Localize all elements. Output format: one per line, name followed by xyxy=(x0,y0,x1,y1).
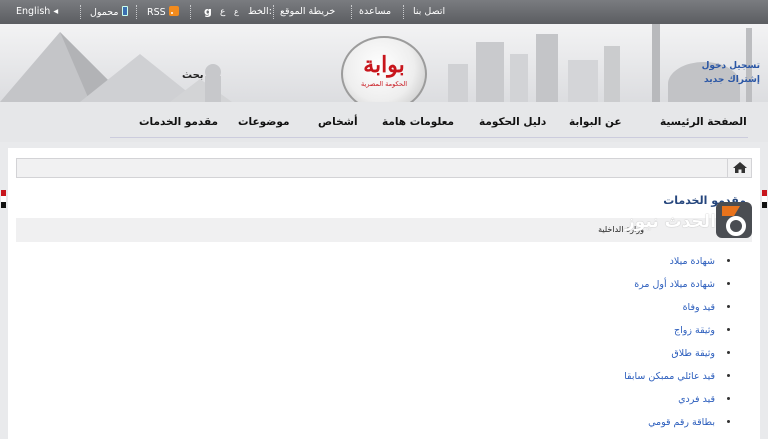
bullet xyxy=(727,420,730,423)
nav-service-providers[interactable]: مقدمو الخدمات xyxy=(139,116,218,128)
portal-logo[interactable]: بوابة الحكومة المصرية xyxy=(341,36,427,102)
search-label[interactable]: بحث xyxy=(182,70,204,81)
news-watermark-logo xyxy=(716,202,752,238)
register-link[interactable]: إشتراك جديد xyxy=(704,75,760,85)
list-item[interactable]: قيد فردي xyxy=(624,394,730,417)
service-link[interactable]: قيد فردي xyxy=(678,394,715,405)
font-size-label: الخط: xyxy=(248,6,272,17)
top-utility-bar: English ◂ محمول RSS g ع ع الخط: خريطة ال… xyxy=(0,0,768,24)
nav-government-guide[interactable]: دليل الحكومة xyxy=(479,116,546,128)
bullet xyxy=(727,374,730,377)
separator xyxy=(273,5,274,19)
bullet xyxy=(727,259,730,262)
service-link[interactable]: وثيقة زواج xyxy=(674,325,715,336)
pyramids-illustration xyxy=(0,32,232,102)
mobile-phone-icon xyxy=(121,6,128,16)
bullet xyxy=(727,397,730,400)
list-item[interactable]: قيد وفاة xyxy=(624,302,730,325)
rss-link[interactable]: RSS xyxy=(147,6,179,19)
list-item[interactable]: قيد عائلي ممبكن سابقا xyxy=(624,371,730,394)
bullet xyxy=(727,328,730,331)
separator xyxy=(80,5,81,19)
service-link[interactable]: وثيقة طلاق xyxy=(671,348,715,359)
watermark-text: الحدث نيوز xyxy=(624,212,716,232)
bullet xyxy=(727,282,730,285)
separator xyxy=(403,5,404,19)
breadcrumb xyxy=(16,158,752,178)
site-header: بوابة الحكومة المصرية بحث تسجيل دخول إشت… xyxy=(0,24,768,102)
nav-home[interactable]: الصفحة الرئيسية xyxy=(660,116,747,128)
list-item[interactable]: وثيقة زواج xyxy=(624,325,730,348)
list-item[interactable]: بطاقة رقم قومي xyxy=(624,417,730,439)
service-link[interactable]: بطاقة رقم قومي xyxy=(648,417,715,428)
nav-people[interactable]: أشخاص xyxy=(318,116,358,128)
mobile-link[interactable]: محمول xyxy=(90,6,128,19)
nav-about[interactable]: عن البوابة xyxy=(569,116,622,128)
login-link[interactable]: تسجيل دخول xyxy=(702,61,760,71)
logo-subtitle: الحكومة المصرية xyxy=(360,80,408,88)
divider xyxy=(110,137,748,138)
home-icon xyxy=(733,162,747,173)
service-link[interactable]: شهادة ميلاد أول مرة xyxy=(634,279,715,290)
list-item[interactable]: وثيقة طلاق xyxy=(624,348,730,371)
services-list: شهادة ميلاد شهادة ميلاد أول مرة قيد وفاة… xyxy=(624,256,730,439)
list-item[interactable]: شهادة ميلاد xyxy=(624,256,730,279)
rss-label: RSS xyxy=(147,7,166,18)
logo-title: بوابة xyxy=(363,52,405,78)
separator xyxy=(190,5,191,19)
contact-link[interactable]: اتصل بنا xyxy=(413,6,445,18)
separator xyxy=(136,5,137,19)
list-item[interactable]: شهادة ميلاد أول مرة xyxy=(624,279,730,302)
mobile-label: محمول xyxy=(90,7,119,18)
service-link[interactable]: قيد وفاة xyxy=(683,302,715,313)
sitemap-link[interactable]: خريطة الموقع xyxy=(280,6,335,18)
font-large-button[interactable]: ع xyxy=(220,6,225,18)
font-small-button[interactable]: ع xyxy=(234,6,239,18)
home-button[interactable] xyxy=(727,159,751,177)
bullet xyxy=(727,351,730,354)
english-link[interactable]: English ◂ xyxy=(16,6,58,18)
help-link[interactable]: مساعدة xyxy=(359,6,391,18)
rss-feed-icon xyxy=(168,6,179,16)
separator xyxy=(351,5,352,19)
main-navigation: الصفحة الرئيسية عن البوابة دليل الحكومة … xyxy=(0,102,768,142)
nav-important-info[interactable]: معلومات هامة xyxy=(382,116,454,128)
bullet xyxy=(727,305,730,308)
egypt-flag-accent xyxy=(1,190,6,208)
service-link[interactable]: شهادة ميلاد xyxy=(670,256,715,267)
service-link[interactable]: قيد عائلي ممبكن سابقا xyxy=(624,371,715,382)
egypt-flag-accent xyxy=(762,190,767,208)
google-plus-icon[interactable]: g xyxy=(204,6,212,18)
nav-topics[interactable]: موضوعات xyxy=(238,116,289,128)
main-content: مقدمو الخدمات وزارة الداخلية الحدث نيوز … xyxy=(8,148,760,439)
